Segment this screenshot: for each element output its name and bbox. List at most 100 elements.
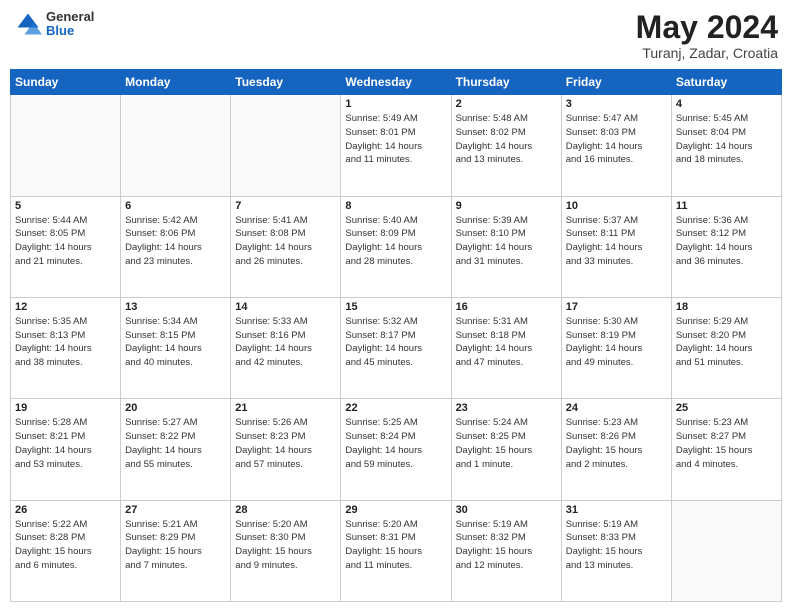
day-info-21: Sunrise: 5:26 AM Sunset: 8:23 PM Dayligh… <box>235 416 336 471</box>
week-row-4: 26Sunrise: 5:22 AM Sunset: 8:28 PM Dayli… <box>11 500 782 601</box>
day-number-6: 6 <box>125 200 226 212</box>
calendar-cell-w4-d4: 30Sunrise: 5:19 AM Sunset: 8:32 PM Dayli… <box>451 500 561 601</box>
calendar-cell-w0-d1 <box>121 95 231 196</box>
day-number-3: 3 <box>566 98 667 110</box>
day-info-7: Sunrise: 5:41 AM Sunset: 8:08 PM Dayligh… <box>235 214 336 269</box>
day-header-row: Sunday Monday Tuesday Wednesday Thursday… <box>11 70 782 95</box>
day-info-29: Sunrise: 5:20 AM Sunset: 8:31 PM Dayligh… <box>345 518 446 573</box>
calendar-cell-w2-d4: 16 Sunrise: 5:31 AM Sunset: 8:18 PM Dayli… <box>451 297 561 398</box>
day-info-24: Sunrise: 5:23 AM Sunset: 8:26 PM Dayligh… <box>566 416 667 471</box>
calendar-cell-w0-d2 <box>231 95 341 196</box>
logo-icon <box>14 10 42 38</box>
day-info-25: Sunrise: 5:23 AM Sunset: 8:27 PM Dayligh… <box>676 416 777 471</box>
calendar-cell-w3-d1: 20 Sunrise: 5:27 AM Sunset: 8:22 PM Dayli… <box>121 399 231 500</box>
calendar-cell-w3-d6: 25 Sunrise: 5:23 AM Sunset: 8:27 PM Dayli… <box>671 399 781 500</box>
calendar-cell-w1-d4: 9 Sunrise: 5:39 AM Sunset: 8:10 PM Daylig… <box>451 196 561 297</box>
day-number-8: 8 <box>345 200 446 212</box>
day-info-30: Sunrise: 5:19 AM Sunset: 8:32 PM Dayligh… <box>456 518 557 573</box>
day-number-23: 23 <box>456 402 557 414</box>
day-info-5: Sunrise: 5:44 AM Sunset: 8:05 PM Dayligh… <box>15 214 116 269</box>
day-info-12: Sunrise: 5:35 AM Sunset: 8:13 PM Dayligh… <box>15 315 116 370</box>
day-info-15: Sunrise: 5:32 AM Sunset: 8:17 PM Dayligh… <box>345 315 446 370</box>
day-number-4: 4 <box>676 98 777 110</box>
calendar-cell-w4-d6 <box>671 500 781 601</box>
day-number-7: 7 <box>235 200 336 212</box>
day-number-2: 2 <box>456 98 557 110</box>
header-thursday: Thursday <box>451 70 561 95</box>
calendar-cell-w4-d0: 26Sunrise: 5:22 AM Sunset: 8:28 PM Dayli… <box>11 500 121 601</box>
day-info-19: Sunrise: 5:28 AM Sunset: 8:21 PM Dayligh… <box>15 416 116 471</box>
day-info-27: Sunrise: 5:21 AM Sunset: 8:29 PM Dayligh… <box>125 518 226 573</box>
week-row-1: 5 Sunrise: 5:44 AM Sunset: 8:05 PM Daylig… <box>11 196 782 297</box>
calendar-cell-w0-d6: 4 Sunrise: 5:45 AM Sunset: 8:04 PM Daylig… <box>671 95 781 196</box>
day-info-13: Sunrise: 5:34 AM Sunset: 8:15 PM Dayligh… <box>125 315 226 370</box>
logo-text: General Blue <box>46 10 94 39</box>
calendar-cell-w3-d5: 24Sunrise: 5:23 AM Sunset: 8:26 PM Dayli… <box>561 399 671 500</box>
day-info-1: Sunrise: 5:49 AM Sunset: 8:01 PM Dayligh… <box>345 112 446 167</box>
calendar-table: Sunday Monday Tuesday Wednesday Thursday… <box>10 69 782 602</box>
calendar-cell-w1-d3: 8Sunrise: 5:40 AM Sunset: 8:09 PM Daylig… <box>341 196 451 297</box>
calendar-cell-w2-d1: 13 Sunrise: 5:34 AM Sunset: 8:15 PM Dayli… <box>121 297 231 398</box>
day-number-9: 9 <box>456 200 557 212</box>
logo-blue: Blue <box>46 24 94 38</box>
day-number-18: 18 <box>676 301 777 313</box>
header-tuesday: Tuesday <box>231 70 341 95</box>
week-row-2: 12 Sunrise: 5:35 AM Sunset: 8:13 PM Dayli… <box>11 297 782 398</box>
calendar-cell-w0-d3: 1 Sunrise: 5:49 AM Sunset: 8:01 PM Daylig… <box>341 95 451 196</box>
day-number-13: 13 <box>125 301 226 313</box>
day-number-15: 15 <box>345 301 446 313</box>
week-row-0: 1 Sunrise: 5:49 AM Sunset: 8:01 PM Daylig… <box>11 95 782 196</box>
day-info-9: Sunrise: 5:39 AM Sunset: 8:10 PM Dayligh… <box>456 214 557 269</box>
day-number-20: 20 <box>125 402 226 414</box>
calendar-cell-w2-d5: 17 Sunrise: 5:30 AM Sunset: 8:19 PM Dayli… <box>561 297 671 398</box>
day-info-23: Sunrise: 5:24 AM Sunset: 8:25 PM Dayligh… <box>456 416 557 471</box>
header-wednesday: Wednesday <box>341 70 451 95</box>
day-info-10: Sunrise: 5:37 AM Sunset: 8:11 PM Dayligh… <box>566 214 667 269</box>
calendar-cell-w1-d0: 5 Sunrise: 5:44 AM Sunset: 8:05 PM Daylig… <box>11 196 121 297</box>
day-number-27: 27 <box>125 504 226 516</box>
calendar-cell-w0-d4: 2 Sunrise: 5:48 AM Sunset: 8:02 PM Daylig… <box>451 95 561 196</box>
day-number-28: 28 <box>235 504 336 516</box>
day-number-16: 16 <box>456 301 557 313</box>
week-row-3: 19 Sunrise: 5:28 AM Sunset: 8:21 PM Dayli… <box>11 399 782 500</box>
calendar-cell-w1-d5: 10Sunrise: 5:37 AM Sunset: 8:11 PM Dayli… <box>561 196 671 297</box>
title-section: May 2024 Turanj, Zadar, Croatia <box>636 10 778 61</box>
day-number-17: 17 <box>566 301 667 313</box>
day-info-16: Sunrise: 5:31 AM Sunset: 8:18 PM Dayligh… <box>456 315 557 370</box>
header-friday: Friday <box>561 70 671 95</box>
day-number-5: 5 <box>15 200 116 212</box>
day-number-29: 29 <box>345 504 446 516</box>
calendar-cell-w0-d0 <box>11 95 121 196</box>
day-info-2: Sunrise: 5:48 AM Sunset: 8:02 PM Dayligh… <box>456 112 557 167</box>
calendar-cell-w4-d1: 27 Sunrise: 5:21 AM Sunset: 8:29 PM Dayli… <box>121 500 231 601</box>
calendar-cell-w2-d6: 18 Sunrise: 5:29 AM Sunset: 8:20 PM Dayli… <box>671 297 781 398</box>
day-number-22: 22 <box>345 402 446 414</box>
calendar-cell-w3-d3: 22Sunrise: 5:25 AM Sunset: 8:24 PM Dayli… <box>341 399 451 500</box>
day-number-14: 14 <box>235 301 336 313</box>
page: General Blue May 2024 Turanj, Zadar, Cro… <box>0 0 792 612</box>
day-info-20: Sunrise: 5:27 AM Sunset: 8:22 PM Dayligh… <box>125 416 226 471</box>
day-number-1: 1 <box>345 98 446 110</box>
day-info-17: Sunrise: 5:30 AM Sunset: 8:19 PM Dayligh… <box>566 315 667 370</box>
day-number-19: 19 <box>15 402 116 414</box>
day-number-26: 26 <box>15 504 116 516</box>
calendar-cell-w3-d4: 23 Sunrise: 5:24 AM Sunset: 8:25 PM Dayli… <box>451 399 561 500</box>
day-info-4: Sunrise: 5:45 AM Sunset: 8:04 PM Dayligh… <box>676 112 777 167</box>
day-number-21: 21 <box>235 402 336 414</box>
calendar-cell-w2-d3: 15 Sunrise: 5:32 AM Sunset: 8:17 PM Dayli… <box>341 297 451 398</box>
day-number-12: 12 <box>15 301 116 313</box>
day-info-3: Sunrise: 5:47 AM Sunset: 8:03 PM Dayligh… <box>566 112 667 167</box>
day-info-18: Sunrise: 5:29 AM Sunset: 8:20 PM Dayligh… <box>676 315 777 370</box>
day-number-25: 25 <box>676 402 777 414</box>
day-info-11: Sunrise: 5:36 AM Sunset: 8:12 PM Dayligh… <box>676 214 777 269</box>
logo-general: General <box>46 10 94 24</box>
day-number-11: 11 <box>676 200 777 212</box>
calendar-cell-w1-d2: 7 Sunrise: 5:41 AM Sunset: 8:08 PM Daylig… <box>231 196 341 297</box>
calendar-cell-w2-d0: 12 Sunrise: 5:35 AM Sunset: 8:13 PM Dayli… <box>11 297 121 398</box>
calendar-cell-w3-d0: 19 Sunrise: 5:28 AM Sunset: 8:21 PM Dayli… <box>11 399 121 500</box>
calendar-cell-w4-d5: 31Sunrise: 5:19 AM Sunset: 8:33 PM Dayli… <box>561 500 671 601</box>
main-title: May 2024 <box>636 10 778 45</box>
calendar-cell-w2-d2: 14Sunrise: 5:33 AM Sunset: 8:16 PM Dayli… <box>231 297 341 398</box>
day-number-31: 31 <box>566 504 667 516</box>
calendar-cell-w1-d1: 6Sunrise: 5:42 AM Sunset: 8:06 PM Daylig… <box>121 196 231 297</box>
